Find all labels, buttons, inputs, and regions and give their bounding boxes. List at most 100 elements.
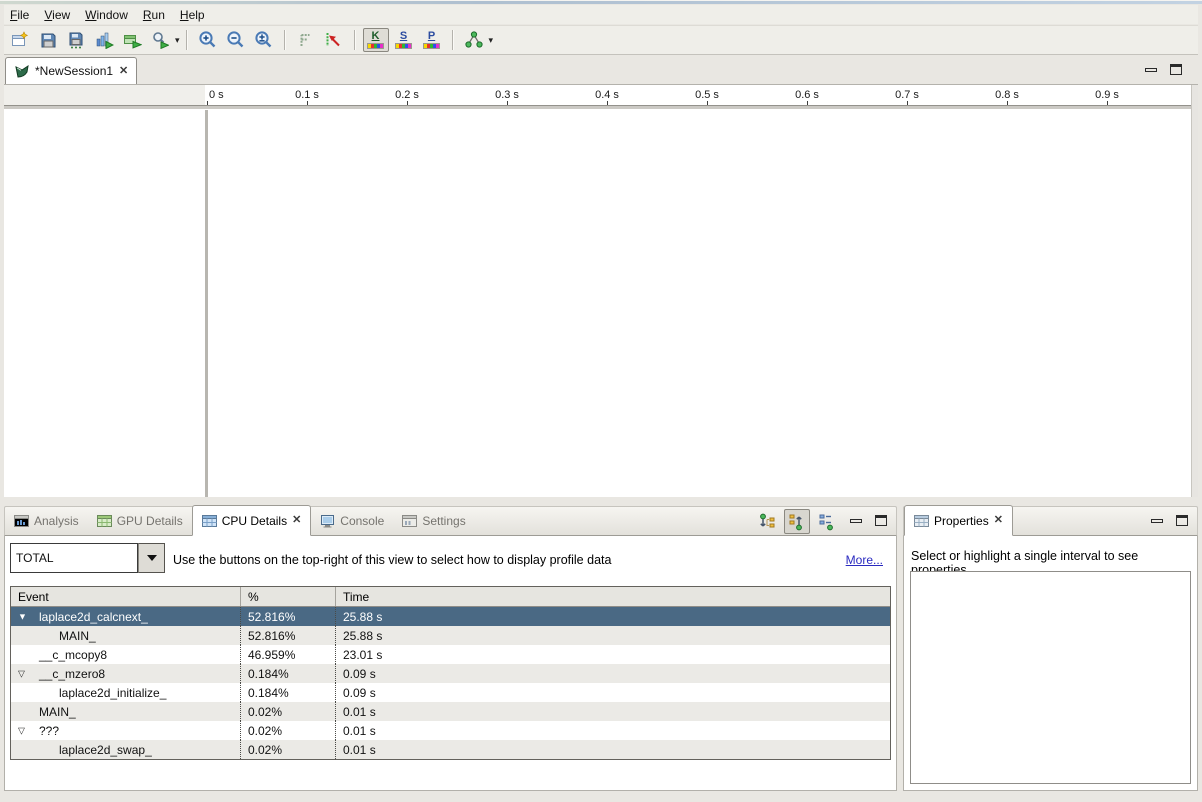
menu-item-run[interactable]: Run	[137, 6, 174, 24]
time-cell: 0.01 s	[335, 740, 890, 759]
maximize-icon[interactable]	[875, 515, 887, 526]
table-header-row: Event % Time	[11, 587, 890, 607]
process-coloring-label: P	[428, 31, 435, 42]
toolbar-separator	[354, 30, 356, 50]
menu-item-view[interactable]: View	[38, 6, 79, 24]
time-cell: 25.88 s	[335, 607, 890, 626]
expand-arrow-filled-icon[interactable]: ▼	[18, 612, 27, 621]
export-timeline-button[interactable]	[119, 28, 145, 52]
rainbow-strip-icon	[423, 43, 440, 49]
event-name: laplace2d_calcnext_	[11, 610, 148, 624]
column-header-event[interactable]: Event	[11, 587, 240, 606]
tab-analysis[interactable]: Analysis	[5, 507, 88, 535]
cpu-details-icon	[202, 515, 217, 527]
column-header-percent[interactable]: %	[240, 587, 335, 606]
save-button[interactable]	[35, 28, 61, 52]
profile-application-button[interactable]	[91, 28, 117, 52]
column-header-time[interactable]: Time	[335, 587, 890, 606]
time-cell: 0.01 s	[335, 721, 890, 740]
tab-console[interactable]: Console	[311, 507, 393, 535]
new-session-button[interactable]	[7, 28, 33, 52]
toolbar-separator	[452, 30, 454, 50]
timeline-editor: 0 s0.1 s0.2 s0.3 s0.4 s0.5 s0.6 s0.7 s0.…	[4, 84, 1198, 497]
timeline-scrollbar[interactable]	[1191, 85, 1198, 497]
maximize-icon[interactable]	[1170, 64, 1182, 75]
cpu-details-panel: Analysis GPU Details CPU Details ✕ Conso…	[4, 506, 897, 791]
session-tab[interactable]: *NewSession1 ✕	[5, 57, 137, 84]
process-coloring-button[interactable]: P	[419, 28, 445, 52]
run-analysis-search-button[interactable]	[147, 28, 173, 52]
analysis-tree-button[interactable]	[461, 28, 487, 52]
calltree-view-button[interactable]	[755, 509, 781, 534]
combobox-dropdown-button[interactable]	[138, 543, 165, 573]
table-row[interactable]: ▼laplace2d_calcnext_52.816%25.88 s	[11, 607, 890, 626]
maximize-icon[interactable]	[1176, 515, 1188, 526]
table-row[interactable]: MAIN_0.02%0.01 s	[11, 702, 890, 721]
settings-icon	[402, 515, 417, 527]
event-cell: MAIN_	[11, 702, 240, 721]
close-icon[interactable]: ✕	[994, 515, 1003, 526]
time-cell: 23.01 s	[335, 645, 890, 664]
main-toolbar: ▾ K S P	[4, 25, 1198, 55]
reset-marker-button[interactable]	[321, 28, 347, 52]
flat-profile-view-button[interactable]	[813, 509, 839, 534]
table-row[interactable]: __c_mcopy8 46.959%23.01 s	[11, 645, 890, 664]
combobox-value[interactable]: TOTAL	[10, 543, 138, 573]
menu-item-window[interactable]: Window	[79, 6, 137, 24]
tab-gpu-details[interactable]: GPU Details	[88, 507, 192, 535]
event-cell: MAIN_	[11, 626, 240, 645]
properties-panel: Properties ✕ Select or highlight a singl…	[903, 506, 1198, 791]
profile-scope-combobox[interactable]: TOTAL	[10, 543, 165, 573]
rainbow-strip-icon	[367, 43, 384, 49]
kernel-coloring-button[interactable]: K	[363, 28, 389, 52]
zoom-fit-button[interactable]	[251, 28, 277, 52]
stream-coloring-button[interactable]: S	[391, 28, 417, 52]
tab-settings[interactable]: Settings	[393, 507, 474, 535]
percent-cell: 0.02%	[240, 740, 335, 759]
table-row[interactable]: laplace2d_initialize_0.184%0.09 s	[11, 683, 890, 702]
event-name: laplace2d_initialize_	[11, 686, 166, 700]
close-icon[interactable]: ✕	[119, 66, 128, 77]
expand-arrow-outline-icon[interactable]: ▽	[18, 669, 25, 678]
minimize-icon[interactable]	[1145, 68, 1157, 72]
timeline-pane-divider[interactable]	[205, 110, 208, 497]
menu-item-help[interactable]: Help	[174, 6, 214, 24]
menu-item-file[interactable]: File	[4, 6, 38, 24]
ruler-tick-label: 0.7 s	[895, 89, 919, 101]
ruler-tick-label: 0.6 s	[795, 89, 819, 101]
cpu-details-content: TOTAL Use the buttons on the top-right o…	[4, 536, 897, 791]
toolbar-separator	[186, 30, 188, 50]
properties-icon	[914, 515, 929, 527]
backtrace-view-button[interactable]	[784, 509, 810, 534]
toolbar-separator	[284, 30, 286, 50]
percent-cell: 0.184%	[240, 683, 335, 702]
chevron-down-icon	[147, 555, 157, 561]
search-dropdown-caret-icon[interactable]: ▾	[175, 35, 180, 46]
properties-empty-box	[910, 571, 1191, 784]
zoom-in-button[interactable]	[195, 28, 221, 52]
tab-properties[interactable]: Properties ✕	[904, 505, 1013, 536]
percent-cell: 0.184%	[240, 664, 335, 683]
event-cell: ▼laplace2d_calcnext_	[11, 607, 240, 626]
time-cell: 0.01 s	[335, 702, 890, 721]
session-icon	[14, 64, 29, 79]
more-link[interactable]: More...	[846, 553, 883, 567]
table-row[interactable]: laplace2d_swap_0.02%0.01 s	[11, 740, 890, 759]
event-cell: laplace2d_initialize_	[11, 683, 240, 702]
expand-arrow-outline-icon[interactable]: ▽	[18, 726, 25, 735]
ruler-tick-label: 0 s	[209, 89, 224, 101]
minimize-icon[interactable]	[1151, 519, 1163, 523]
table-row[interactable]: ▽???0.02%0.01 s	[11, 721, 890, 740]
enable-marker-button[interactable]	[293, 28, 319, 52]
table-row[interactable]: MAIN_52.816%25.88 s	[11, 626, 890, 645]
close-icon[interactable]: ✕	[292, 515, 301, 526]
percent-cell: 46.959%	[240, 645, 335, 664]
analysis-dropdown-caret-icon[interactable]: ▾	[489, 35, 494, 46]
minimize-icon[interactable]	[850, 519, 862, 523]
zoom-out-button[interactable]	[223, 28, 249, 52]
tab-cpu-details[interactable]: CPU Details ✕	[192, 505, 312, 536]
tab-label: GPU Details	[117, 514, 183, 528]
event-name: __c_mcopy8	[11, 648, 107, 662]
table-row[interactable]: ▽__c_mzero80.184%0.09 s	[11, 664, 890, 683]
save-all-button[interactable]	[63, 28, 89, 52]
